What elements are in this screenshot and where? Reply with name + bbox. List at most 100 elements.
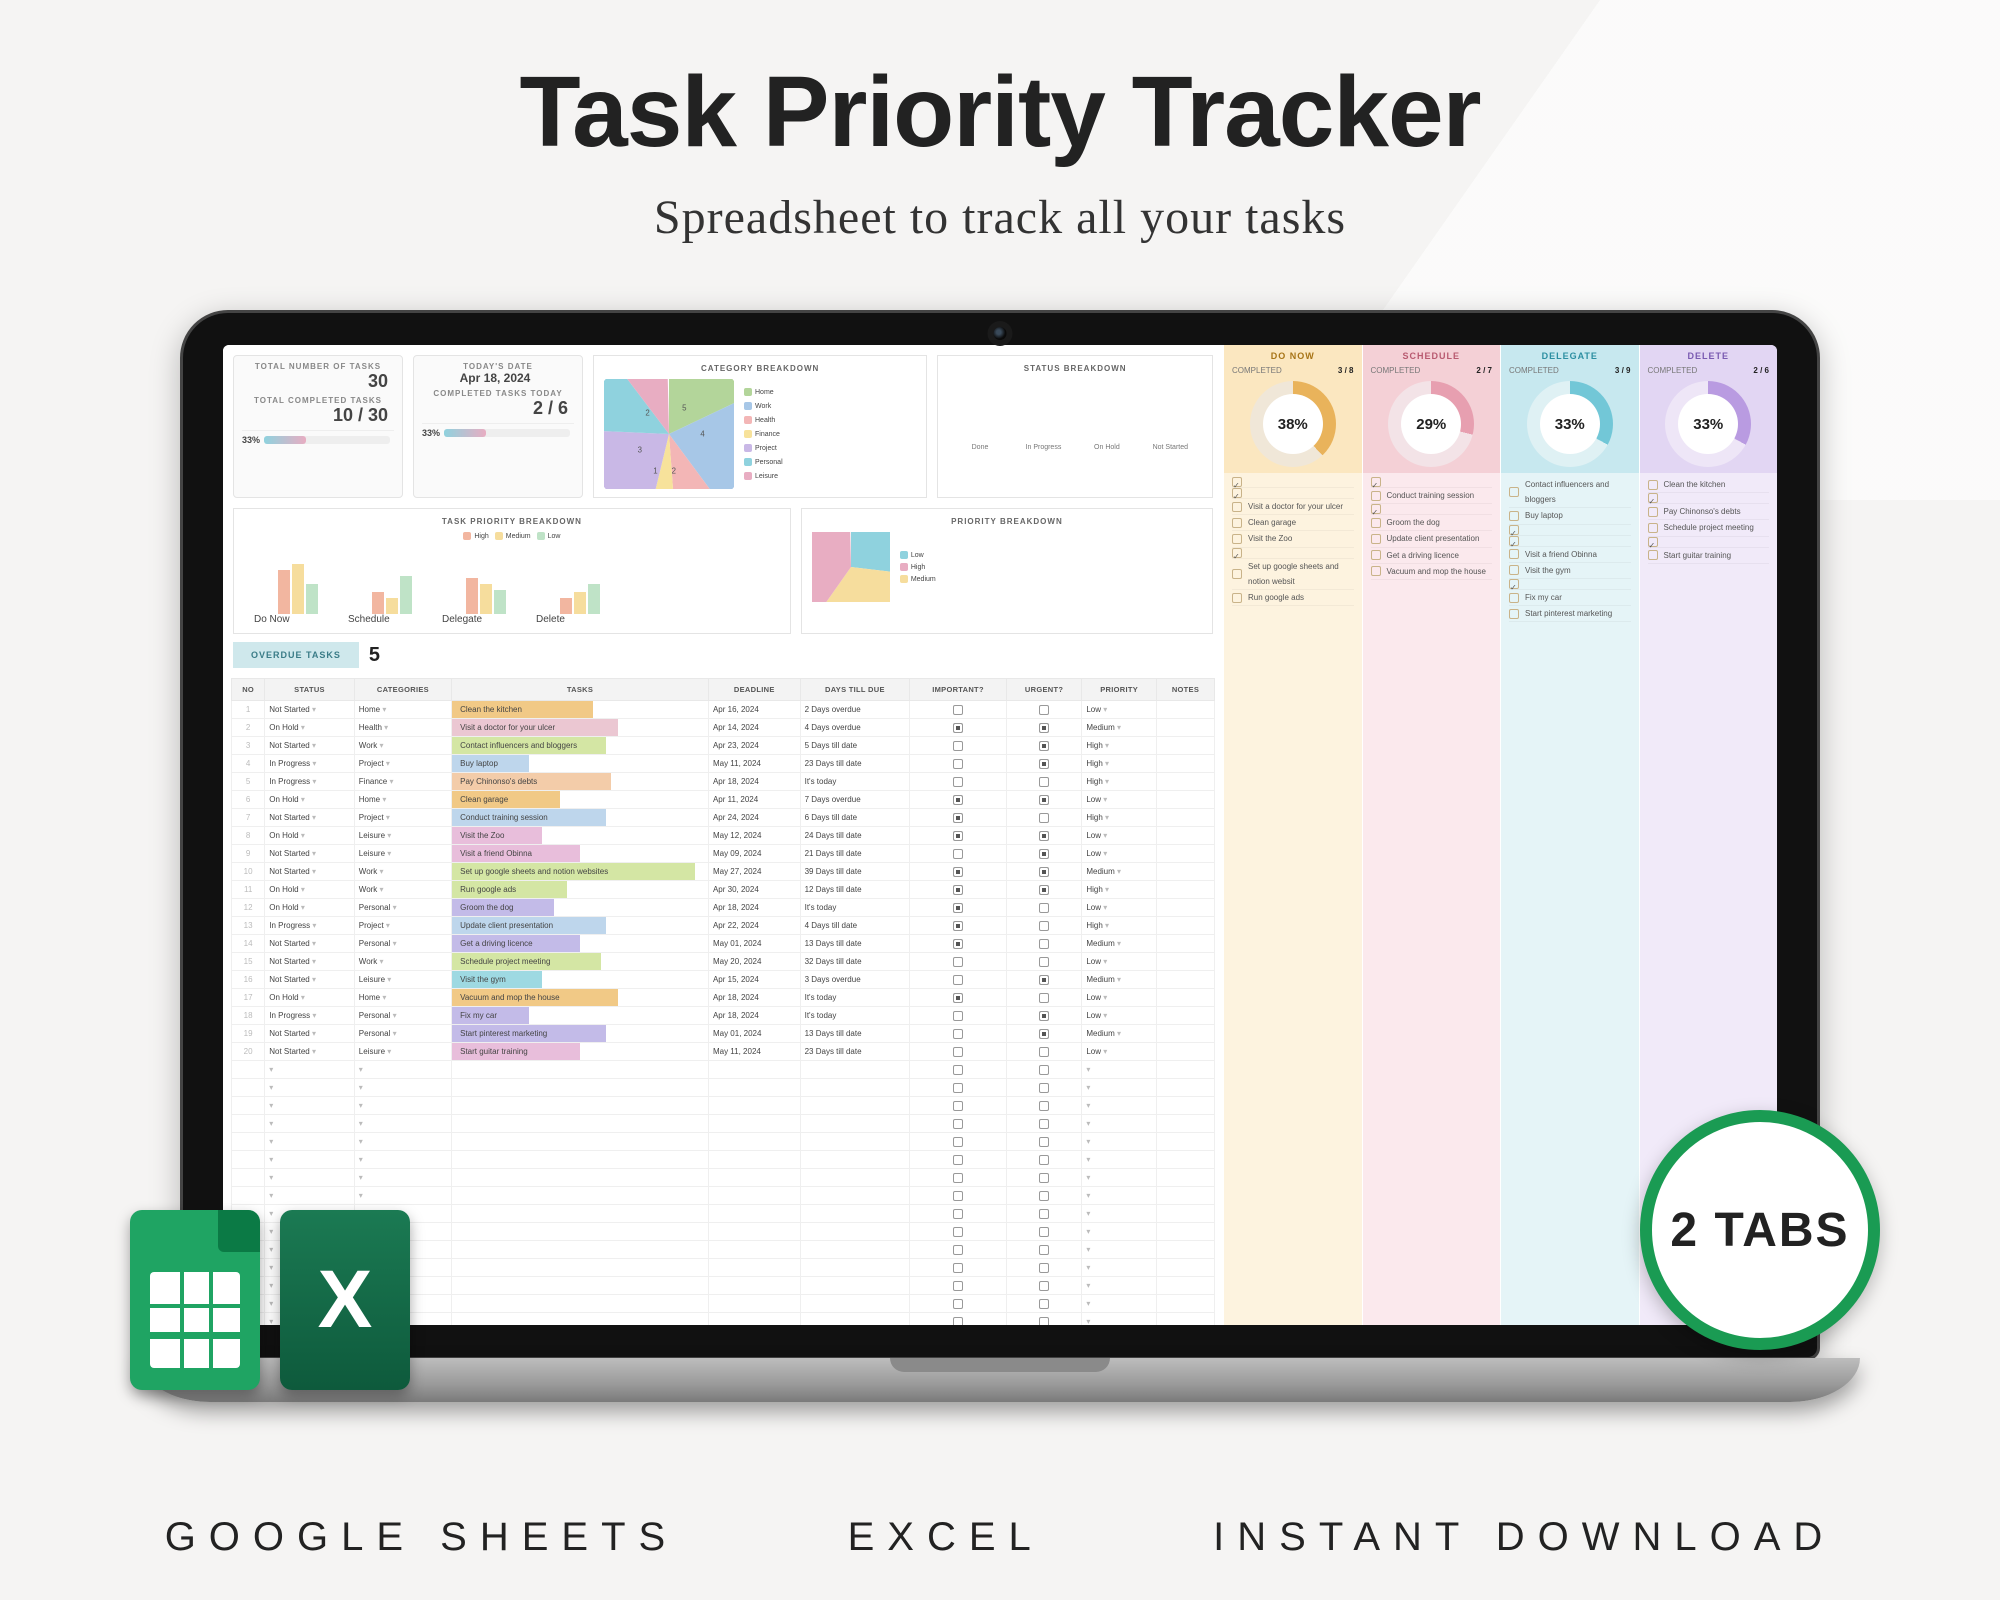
matrix-item[interactable]: Update client presentation: [1371, 531, 1493, 547]
checkbox-icon[interactable]: ✓: [1509, 525, 1519, 535]
matrix-item[interactable]: Schedule project meeting: [1648, 520, 1770, 536]
matrix-item[interactable]: Visit a friend Obinna: [1509, 547, 1631, 563]
checkbox-icon[interactable]: ✓: [1648, 537, 1658, 547]
checkbox-icon[interactable]: [1039, 957, 1049, 967]
table-row[interactable]: 2On Hold ▾Health ▾Visit a doctor for you…: [232, 719, 1215, 737]
matrix-item[interactable]: Visit the Zoo: [1232, 531, 1354, 547]
matrix-item[interactable]: Start guitar training: [1648, 548, 1770, 564]
matrix-item[interactable]: Buy laptop: [1509, 508, 1631, 524]
checkbox-icon[interactable]: [1232, 518, 1242, 528]
table-row[interactable]: 17On Hold ▾Home ▾Vacuum and mop the hous…: [232, 989, 1215, 1007]
table-row[interactable]: ▾▾▾: [232, 1115, 1215, 1133]
checkbox-icon[interactable]: [953, 921, 963, 931]
table-row[interactable]: 14Not Started ▾Personal ▾Get a driving l…: [232, 935, 1215, 953]
table-row[interactable]: 6On Hold ▾Home ▾Clean garageApr 11, 2024…: [232, 791, 1215, 809]
table-row[interactable]: 13In Progress ▾Project ▾Update client pr…: [232, 917, 1215, 935]
table-row[interactable]: ▾▾▾: [232, 1079, 1215, 1097]
table-row[interactable]: ▾▾▾: [232, 1061, 1215, 1079]
checkbox-icon[interactable]: [1648, 480, 1658, 490]
checkbox-icon[interactable]: [1039, 723, 1049, 733]
checkbox-icon[interactable]: [1371, 534, 1381, 544]
checkbox-icon[interactable]: ✓: [1232, 548, 1242, 558]
matrix-item[interactable]: ✓: [1648, 537, 1770, 548]
matrix-item[interactable]: ✓: [1232, 488, 1354, 499]
checkbox-icon[interactable]: [953, 795, 963, 805]
checkbox-icon[interactable]: [1648, 507, 1658, 517]
checkbox-icon[interactable]: [1509, 565, 1519, 575]
checkbox-icon[interactable]: [953, 975, 963, 985]
checkbox-icon[interactable]: [1039, 777, 1049, 787]
checkbox-icon[interactable]: [1039, 795, 1049, 805]
checkbox-icon[interactable]: [1039, 849, 1049, 859]
checkbox-icon[interactable]: [953, 867, 963, 877]
checkbox-icon[interactable]: [1371, 566, 1381, 576]
checkbox-icon[interactable]: [1039, 705, 1049, 715]
matrix-item[interactable]: Groom the dog: [1371, 515, 1493, 531]
table-row[interactable]: 10Not Started ▾Work ▾Set up google sheet…: [232, 863, 1215, 881]
matrix-item[interactable]: Start pinterest marketing: [1509, 606, 1631, 622]
checkbox-icon[interactable]: [953, 723, 963, 733]
table-row[interactable]: 1Not Started ▾Home ▾Clean the kitchenApr…: [232, 701, 1215, 719]
checkbox-icon[interactable]: [1039, 813, 1049, 823]
table-row[interactable]: 16Not Started ▾Leisure ▾Visit the gymApr…: [232, 971, 1215, 989]
table-row[interactable]: 4In Progress ▾Project ▾Buy laptopMay 11,…: [232, 755, 1215, 773]
checkbox-icon[interactable]: [1039, 1011, 1049, 1021]
checkbox-icon[interactable]: [1648, 550, 1658, 560]
checkbox-icon[interactable]: ✓: [1648, 493, 1658, 503]
matrix-item[interactable]: ✓: [1509, 579, 1631, 590]
checkbox-icon[interactable]: [1371, 550, 1381, 560]
checkbox-icon[interactable]: [1039, 1047, 1049, 1057]
checkbox-icon[interactable]: ✓: [1232, 477, 1242, 487]
checkbox-icon[interactable]: [1039, 831, 1049, 841]
checkbox-icon[interactable]: [1039, 885, 1049, 895]
matrix-item[interactable]: ✓: [1509, 525, 1631, 536]
checkbox-icon[interactable]: [1509, 593, 1519, 603]
matrix-item[interactable]: ✓: [1232, 548, 1354, 559]
table-row[interactable]: ▾▾▾: [232, 1187, 1215, 1205]
checkbox-icon[interactable]: [953, 1029, 963, 1039]
table-row[interactable]: 18In Progress ▾Personal ▾Fix my carApr 1…: [232, 1007, 1215, 1025]
matrix-item[interactable]: Set up google sheets and notion websit: [1232, 559, 1354, 590]
checkbox-icon[interactable]: [953, 777, 963, 787]
checkbox-icon[interactable]: [953, 993, 963, 1003]
checkbox-icon[interactable]: [953, 813, 963, 823]
matrix-item[interactable]: Run google ads: [1232, 590, 1354, 606]
table-row[interactable]: 7Not Started ▾Project ▾Conduct training …: [232, 809, 1215, 827]
matrix-item[interactable]: Clean the kitchen: [1648, 477, 1770, 493]
checkbox-icon[interactable]: [1039, 759, 1049, 769]
checkbox-icon[interactable]: [953, 759, 963, 769]
table-row[interactable]: 12On Hold ▾Personal ▾Groom the dogApr 18…: [232, 899, 1215, 917]
table-row[interactable]: ▾▾▾: [232, 1169, 1215, 1187]
checkbox-icon[interactable]: [953, 957, 963, 967]
checkbox-icon[interactable]: [953, 939, 963, 949]
checkbox-icon[interactable]: [953, 885, 963, 895]
checkbox-icon[interactable]: [1039, 903, 1049, 913]
checkbox-icon[interactable]: [1648, 523, 1658, 533]
table-row[interactable]: 9Not Started ▾Leisure ▾Visit a friend Ob…: [232, 845, 1215, 863]
table-row[interactable]: 8On Hold ▾Leisure ▾Visit the ZooMay 12, …: [232, 827, 1215, 845]
table-row[interactable]: 11On Hold ▾Work ▾Run google adsApr 30, 2…: [232, 881, 1215, 899]
checkbox-icon[interactable]: [1509, 609, 1519, 619]
checkbox-icon[interactable]: ✓: [1371, 477, 1381, 487]
checkbox-icon[interactable]: [1371, 518, 1381, 528]
matrix-item[interactable]: Contact influencers and bloggers: [1509, 477, 1631, 508]
checkbox-icon[interactable]: [1509, 549, 1519, 559]
checkbox-icon[interactable]: [1039, 939, 1049, 949]
table-row[interactable]: ▾▾▾: [232, 1133, 1215, 1151]
checkbox-icon[interactable]: [1232, 569, 1242, 579]
table-row[interactable]: 19Not Started ▾Personal ▾Start pinterest…: [232, 1025, 1215, 1043]
checkbox-icon[interactable]: ✓: [1509, 536, 1519, 546]
checkbox-icon[interactable]: [953, 705, 963, 715]
checkbox-icon[interactable]: [1232, 502, 1242, 512]
table-row[interactable]: 3Not Started ▾Work ▾Contact influencers …: [232, 737, 1215, 755]
matrix-item[interactable]: Clean garage: [1232, 515, 1354, 531]
matrix-item[interactable]: ✓: [1509, 536, 1631, 547]
table-row[interactable]: ▾▾▾: [232, 1097, 1215, 1115]
table-row[interactable]: 15Not Started ▾Work ▾Schedule project me…: [232, 953, 1215, 971]
checkbox-icon[interactable]: [1232, 534, 1242, 544]
checkbox-icon[interactable]: ✓: [1509, 579, 1519, 589]
checkbox-icon[interactable]: ✓: [1371, 504, 1381, 514]
checkbox-icon[interactable]: [1039, 921, 1049, 931]
matrix-item[interactable]: Visit the gym: [1509, 563, 1631, 579]
checkbox-icon[interactable]: [1232, 593, 1242, 603]
